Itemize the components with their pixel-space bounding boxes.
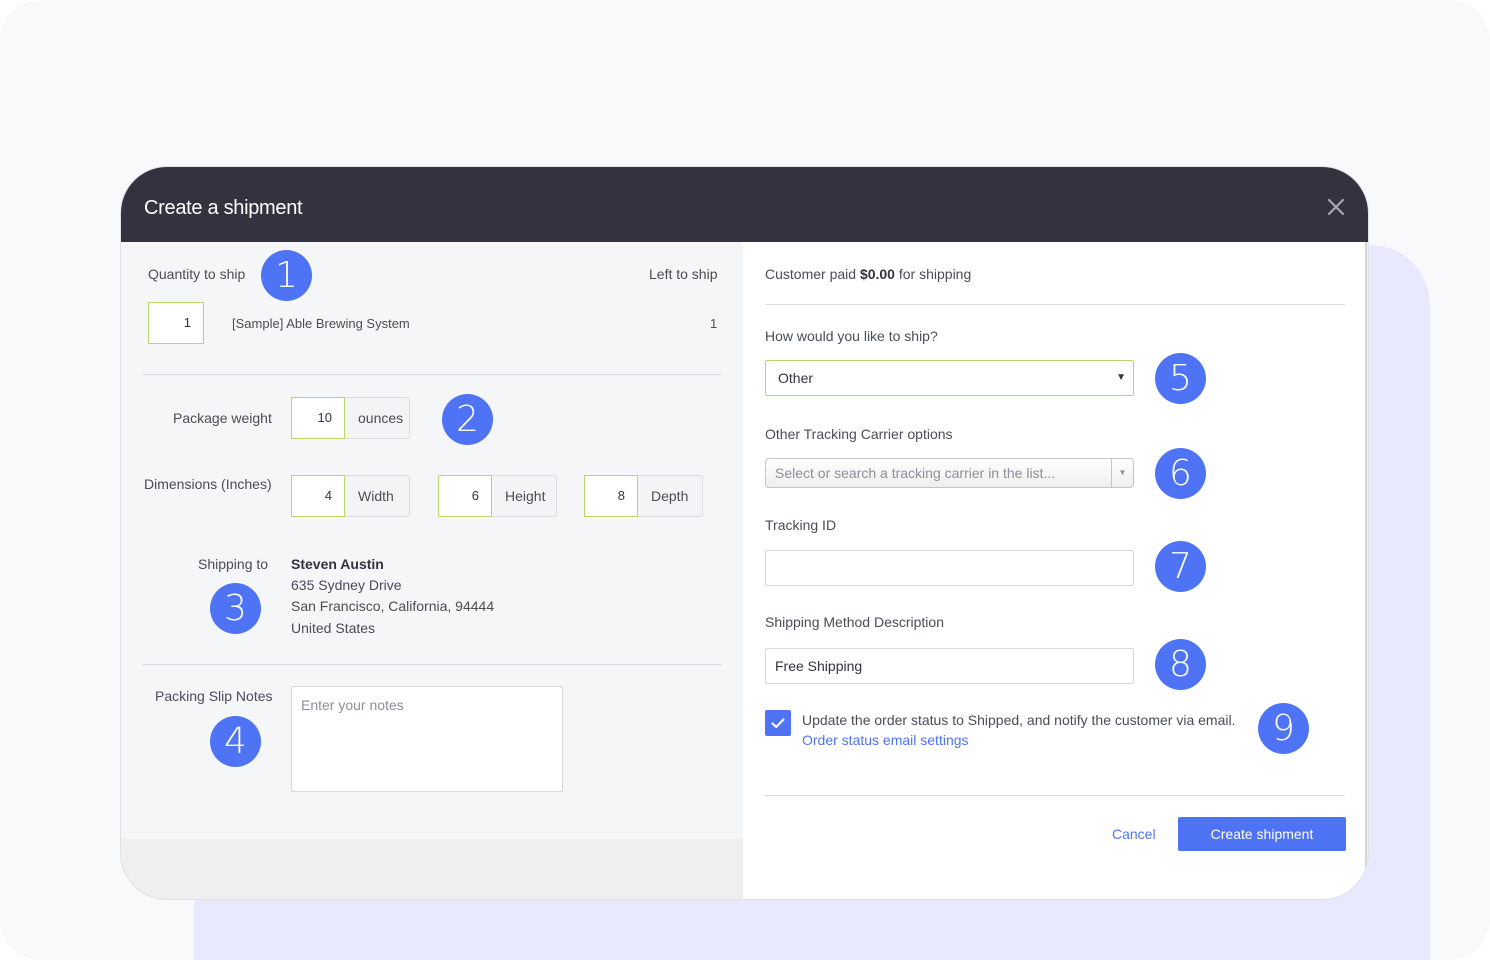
ship-method-value: Other	[778, 370, 814, 386]
width-input[interactable]: 4	[291, 475, 345, 517]
shipping-to-label: Shipping to	[198, 556, 269, 572]
callout-badge-4: 4	[210, 716, 261, 767]
divider	[142, 374, 722, 375]
callout-badge-7: 7	[1155, 541, 1206, 592]
notify-customer-checkbox[interactable]	[765, 710, 791, 736]
depth-input[interactable]: 8	[584, 475, 638, 517]
shipping-method-panel: Customer paid $0.00 for shipping How wou…	[743, 242, 1367, 899]
height-input[interactable]: 6	[438, 475, 492, 517]
packing-slip-notes-input[interactable]: Enter your notes	[291, 686, 563, 792]
callout-badge-3: 3	[210, 583, 261, 634]
shipment-details-panel: Quantity to ship Left to ship 1 [Sample]…	[121, 242, 743, 839]
callout-badge-6: 6	[1155, 448, 1206, 499]
tracking-carrier-select[interactable]: Select or search a tracking carrier in t…	[765, 458, 1134, 488]
divider	[142, 664, 722, 665]
customer-paid-prefix: Customer paid	[765, 266, 857, 282]
left-to-ship-label: Left to ship	[649, 266, 718, 282]
carrier-placeholder: Select or search a tracking carrier in t…	[775, 465, 1056, 481]
recipient-name: Steven Austin	[291, 556, 384, 572]
customer-paid-amount: $0.00	[859, 266, 895, 282]
product-name: [Sample] Able Brewing System	[232, 316, 410, 331]
caret-down-icon: ▼	[1111, 459, 1133, 487]
dimensions-label: Dimensions (Inches)	[144, 476, 272, 492]
notify-customer-text: Update the order status to Shipped, and …	[802, 712, 1236, 728]
close-button[interactable]	[1326, 197, 1346, 217]
modal-header: Create a shipment	[121, 167, 1368, 242]
package-weight-label: Package weight	[173, 410, 272, 426]
shipping-description-input[interactable]: Free Shipping	[765, 648, 1134, 684]
quantity-to-ship-label: Quantity to ship	[148, 266, 246, 282]
callout-badge-2: 2	[442, 394, 493, 445]
notes-placeholder: Enter your notes	[301, 697, 404, 713]
close-icon	[1327, 198, 1345, 216]
tracking-id-input[interactable]	[765, 550, 1134, 586]
left-to-ship-value: 1	[710, 316, 718, 331]
order-status-email-settings-link[interactable]: Order status email settings	[802, 732, 969, 748]
depth-addon: Depth	[638, 475, 703, 517]
callout-badge-8: 8	[1155, 639, 1206, 690]
ship-method-label: How would you like to ship?	[765, 328, 938, 344]
create-shipment-button[interactable]: Create shipment	[1178, 817, 1346, 851]
create-shipment-modal: Create a shipment Quantity to ship Left …	[121, 167, 1368, 899]
customer-paid-text: Customer paid $0.00 for shipping	[765, 266, 971, 282]
carrier-options-label: Other Tracking Carrier options	[765, 426, 953, 442]
width-addon: Width	[345, 475, 410, 517]
shipping-description-label: Shipping Method Description	[765, 614, 944, 630]
weight-unit-addon: ounces	[345, 397, 410, 439]
checkmark-icon	[771, 718, 785, 729]
customer-paid-suffix: for shipping	[898, 266, 972, 282]
callout-badge-9: 9	[1258, 703, 1309, 754]
tracking-id-label: Tracking ID	[765, 517, 837, 533]
modal-title: Create a shipment	[144, 197, 303, 219]
address-country: United States	[291, 620, 376, 636]
callout-badge-1: 1	[261, 250, 312, 301]
divider	[765, 304, 1345, 305]
cancel-button[interactable]: Cancel	[1112, 826, 1156, 842]
caret-down-icon: ▼	[1116, 372, 1126, 383]
ship-method-select[interactable]: Other ▼	[765, 360, 1134, 396]
divider	[765, 795, 1345, 796]
height-addon: Height	[492, 475, 557, 517]
address-city: San Francisco, California, 94444	[291, 598, 495, 614]
quantity-input[interactable]: 1	[148, 302, 204, 344]
callout-badge-5: 5	[1155, 353, 1206, 404]
packing-slip-notes-label: Packing Slip Notes	[155, 688, 273, 704]
address-street: 635 Sydney Drive	[291, 577, 402, 593]
package-weight-input[interactable]: 10	[291, 397, 345, 439]
